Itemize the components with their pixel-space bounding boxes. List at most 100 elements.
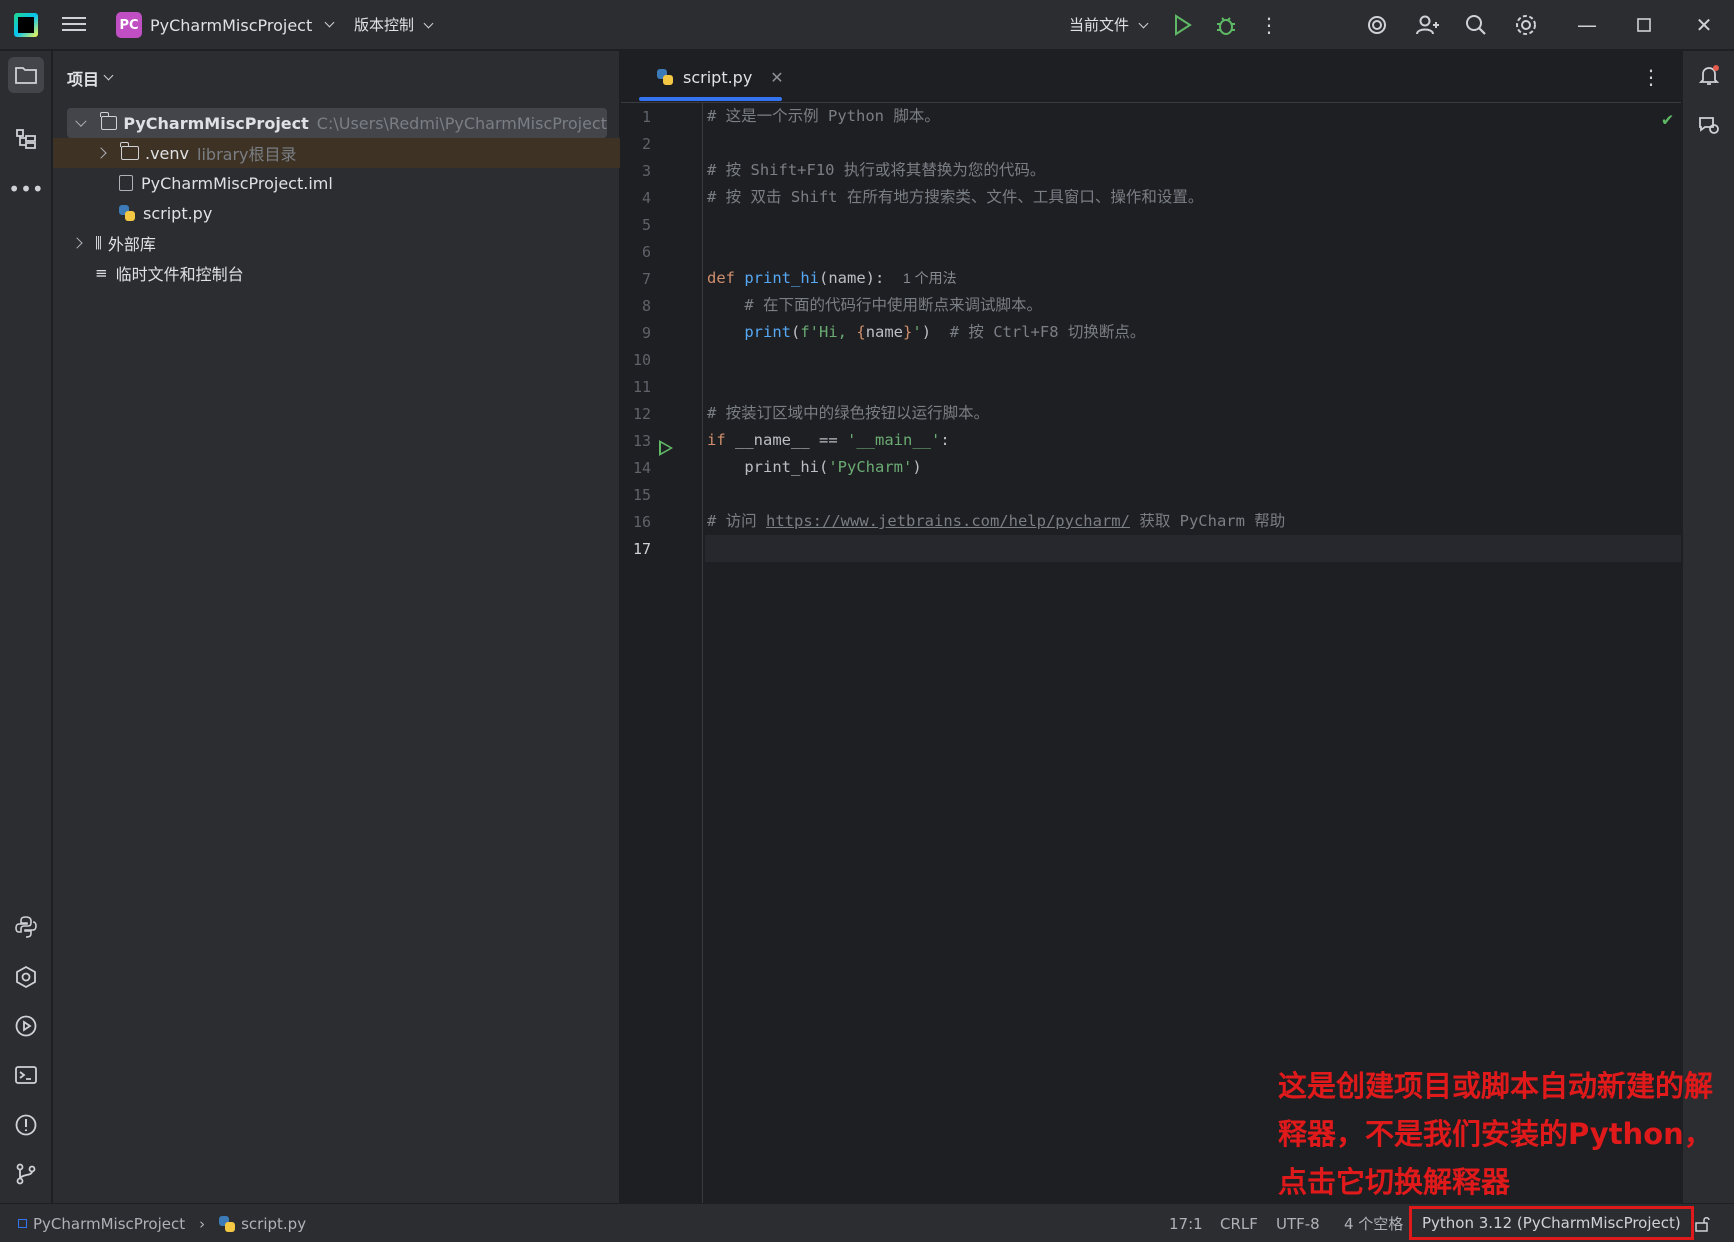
usage-hint[interactable]: 1 个用法 <box>903 270 957 286</box>
comment: # 按 Ctrl+F8 切换断点。 <box>949 323 1146 341</box>
line-number: 9 <box>641 324 651 342</box>
breadcrumb: PyCharmMiscProject › script.py <box>18 1204 306 1242</box>
ai-chat-icon[interactable] <box>1691 107 1727 143</box>
python-console-icon[interactable] <box>8 959 44 995</box>
maximize-window-button[interactable] <box>1629 10 1659 40</box>
brace: { <box>856 323 866 341</box>
variable: name <box>865 323 904 341</box>
string: 'PyCharm' <box>828 458 913 476</box>
tree-item-script[interactable]: script.py <box>53 198 620 228</box>
tree-item-iml-file[interactable]: PyCharmMiscProject.iml <box>53 168 620 198</box>
tree-item-label: PyCharmMiscProject.iml <box>141 173 333 193</box>
help-link[interactable]: https://www.jetbrains.com/help/pycharm/ <box>766 512 1130 530</box>
indent-setting[interactable]: 4 个空格 <box>1344 1204 1403 1242</box>
comment: # 按 Shift+F10 执行或将其替换为您的代码。 <box>707 161 1046 179</box>
project-switcher[interactable]: PC PyCharmMiscProject <box>116 10 335 40</box>
active-tab-indicator <box>639 97 782 101</box>
string: f'Hi, <box>800 323 857 341</box>
project-tool-window: 项目 PyCharmMiscProject C:\Users\Redmi\PyC… <box>53 51 620 1203</box>
main-menu-icon[interactable] <box>62 14 86 34</box>
tree-item-path: C:\Users\Redmi\PyCharmMiscProject <box>316 113 607 133</box>
settings-gear-icon[interactable] <box>1513 12 1539 38</box>
vcs-menu[interactable]: 版本控制 <box>354 14 434 35</box>
search-icon[interactable] <box>1463 12 1489 38</box>
minimize-window-button[interactable]: — <box>1572 10 1602 40</box>
chevron-down-icon <box>103 70 114 80</box>
caret-position[interactable]: 17:1 <box>1169 1204 1203 1242</box>
code-line-17-current[interactable] <box>705 535 1681 562</box>
title-bar: PC PyCharmMiscProject 版本控制 当前文件 ⋮ — ✕ <box>0 0 1734 50</box>
python-file-icon <box>219 1215 236 1232</box>
tree-item-project-root[interactable]: PyCharmMiscProject C:\Users\Redmi\PyChar… <box>67 108 607 138</box>
comment: # 按 双击 Shift 在所有地方搜索类、文件、工具窗口、操作和设置。 <box>707 188 1204 206</box>
line-number: 12 <box>632 405 651 423</box>
line-number: 5 <box>641 216 651 234</box>
line-number: 16 <box>632 513 651 531</box>
code-text: ) <box>921 323 932 341</box>
ai-assistant-icon[interactable] <box>1364 12 1390 38</box>
debug-icon[interactable] <box>1213 12 1239 38</box>
more-actions-icon[interactable]: ⋮ <box>1256 12 1282 38</box>
tab-script-py[interactable]: script.py ✕ <box>637 51 787 103</box>
keyword: def <box>707 269 735 287</box>
vcs-label: 版本控制 <box>354 16 415 34</box>
brace: } <box>903 323 913 341</box>
code-line-9: print(f'Hi, {name}') # 按 Ctrl+F8 切换断点。 <box>705 319 1681 346</box>
tab-options-icon[interactable]: ⋮ <box>1641 65 1661 89</box>
structure-icon[interactable] <box>8 121 44 157</box>
add-user-icon[interactable] <box>1414 12 1440 38</box>
code-editor[interactable]: ✔ # 这是一个示例 Python 脚本。 # 按 Shift+F10 执行或将… <box>705 103 1681 1203</box>
tree-item-label: script.py <box>143 203 213 223</box>
git-branch-icon[interactable] <box>8 1156 44 1192</box>
python-file-icon <box>657 69 673 85</box>
close-window-button[interactable]: ✕ <box>1689 10 1719 40</box>
code-line-14: print_hi('PyCharm') <box>705 454 1681 481</box>
python-packages-icon[interactable] <box>8 909 44 945</box>
python-file-icon <box>119 205 135 221</box>
more-tools-icon[interactable]: ••• <box>8 171 44 207</box>
line-number: 6 <box>641 243 651 261</box>
editor-gutter[interactable]: 1 2 3 4 5 6 7 8 9 10 11 12 13 14 15 16 1… <box>621 103 703 1203</box>
status-bar: PyCharmMiscProject › script.py 17:1 CRLF… <box>0 1203 1734 1242</box>
breadcrumb-file[interactable]: script.py <box>241 1215 306 1233</box>
tree-item-venv[interactable]: .venv library根目录 <box>53 138 620 168</box>
folder-icon <box>120 142 139 160</box>
editor-area: script.py ✕ ⋮ 1 2 3 4 5 6 7 8 9 10 11 12… <box>621 51 1681 1203</box>
lock-icon[interactable] <box>1694 1204 1712 1242</box>
tree-item-label: .venv <box>145 143 190 163</box>
red-annotation-text: 这是创建项目或脚本自动新建的解释器，不是我们安装的Python，点击它切换解释器 <box>1278 1069 1714 1199</box>
terminal-icon[interactable] <box>8 1057 44 1093</box>
code-line-3: # 按 Shift+F10 执行或将其替换为您的代码。 <box>705 157 1681 184</box>
code-text: ( <box>791 323 801 341</box>
chevron-down-icon[interactable] <box>75 115 87 127</box>
comment: # 访问 <box>707 512 757 530</box>
project-module-icon <box>18 1219 27 1228</box>
project-panel-header[interactable]: 项目 <box>53 51 619 105</box>
tree-item-external-libraries[interactable]: ⫼ 外部库 <box>53 228 620 258</box>
close-tab-icon[interactable]: ✕ <box>770 68 783 87</box>
comment: # 按装订区域中的绿色按钮以运行脚本。 <box>707 404 990 422</box>
run-config-selector[interactable]: 当前文件 <box>1069 14 1149 35</box>
problems-icon[interactable] <box>8 1107 44 1143</box>
line-number-current: 17 <box>632 540 651 558</box>
chevron-down-icon <box>423 18 434 29</box>
project-panel-title: 项目 <box>67 70 100 89</box>
tree-item-label: PyCharmMiscProject <box>123 113 309 133</box>
function-name: print_hi <box>744 269 819 287</box>
run-icon[interactable] <box>1170 12 1196 38</box>
run-tool-icon[interactable] <box>8 1008 44 1044</box>
line-separator[interactable]: CRLF <box>1220 1204 1258 1242</box>
tree-item-scratches[interactable]: ≡ 临时文件和控制台 <box>53 258 620 288</box>
file-encoding[interactable]: UTF-8 <box>1276 1204 1320 1242</box>
run-gutter-icon[interactable] <box>659 440 673 456</box>
breadcrumb-project[interactable]: PyCharmMiscProject <box>33 1215 185 1233</box>
chevron-right-icon[interactable] <box>95 147 107 159</box>
comment: 获取 PyCharm 帮助 <box>1139 512 1286 530</box>
string: '__main__' <box>847 431 941 449</box>
project-folder-icon[interactable] <box>8 57 44 93</box>
editor-tab-bar: script.py ✕ ⋮ <box>621 51 1681 103</box>
run-config-label: 当前文件 <box>1069 16 1130 34</box>
chevron-right-icon[interactable] <box>71 237 83 249</box>
notifications-bell-icon[interactable] <box>1691 57 1727 93</box>
python-interpreter-selector[interactable]: Python 3.12 (PyCharmMiscProject) <box>1409 1206 1694 1240</box>
